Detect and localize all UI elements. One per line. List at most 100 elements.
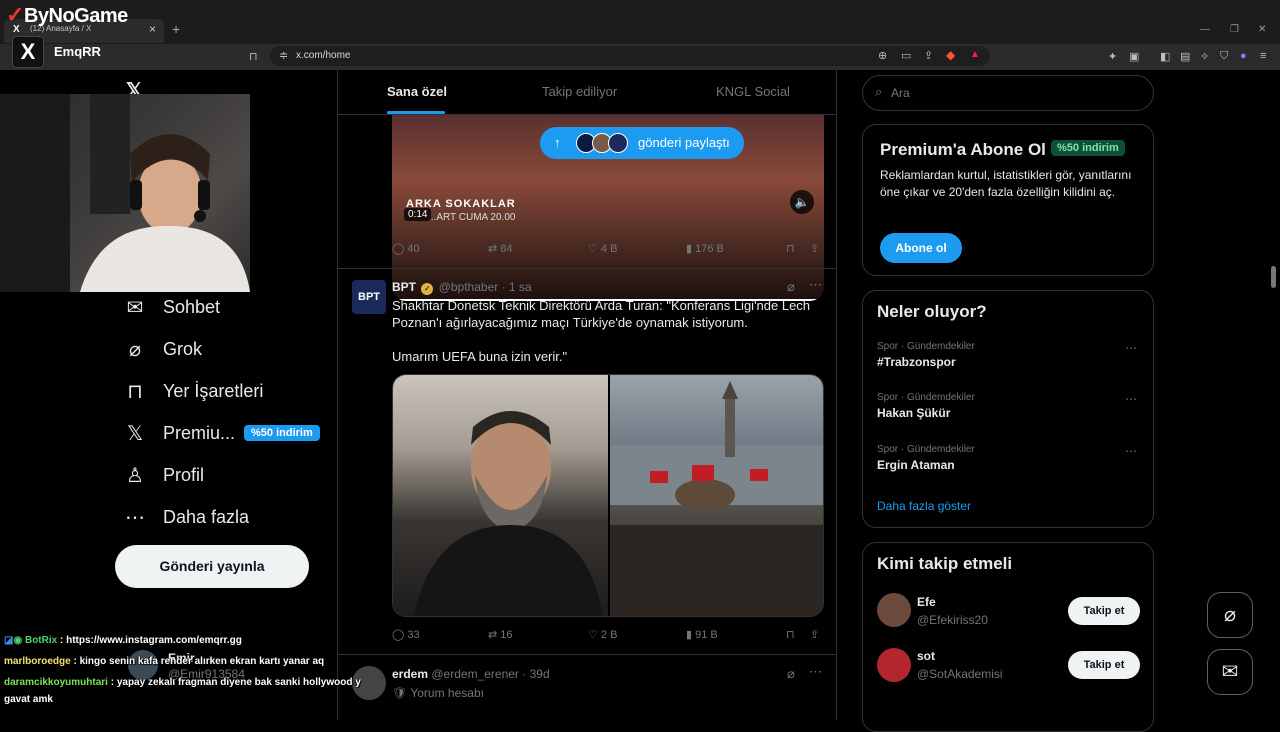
tab-following[interactable]: Takip ediliyor	[542, 84, 617, 99]
post-media[interactable]	[392, 374, 824, 617]
active-tab-indicator	[387, 111, 445, 114]
repost-icon[interactable]: ⇄ 16	[488, 628, 513, 641]
verified-badge-icon: ✓	[421, 283, 434, 295]
view-count: 91 B	[695, 629, 718, 641]
sidebar-toggle-icon[interactable]: ◧	[1160, 50, 1170, 63]
post-header: BPT ✓ @bpthaber · 1 sa	[392, 280, 532, 295]
repost-icon[interactable]: ⇄ 84	[488, 242, 513, 255]
volume-icon[interactable]: 🔈	[790, 190, 814, 214]
video-player[interactable]: ↑ gönderi paylaştı ARKA SOKAKLAR ...ART …	[392, 115, 824, 301]
who-to-follow-title: Kimi takip etmeli	[877, 554, 1013, 573]
avatar[interactable]: BPT	[352, 280, 386, 314]
share-icon[interactable]: ⇪	[810, 242, 819, 255]
window-close-icon[interactable]: ✕	[1258, 24, 1266, 35]
search-input[interactable]: ⌕ Ara	[862, 75, 1154, 111]
nav-premium[interactable]: 𝕏 Premiu...	[124, 416, 235, 450]
timeline: ↑ gönderi paylaştı ARKA SOKAKLAR ...ART …	[337, 70, 837, 720]
arrow-up-icon: ↑	[554, 135, 561, 150]
address-bar[interactable]: ≑ x.com/home ⊕ ▭ ⇪ ◆ ▲	[270, 46, 990, 66]
more-options-icon[interactable]: ⋯	[809, 277, 822, 293]
cast-icon[interactable]: ▭	[901, 49, 911, 62]
bookmark-icon[interactable]: ⊓	[786, 628, 795, 641]
messages-fab-icon[interactable]: ✉	[1207, 649, 1253, 695]
user-handle[interactable]: @Efekiriss20	[917, 613, 988, 627]
show-more-link[interactable]: Daha fazla göster	[877, 499, 971, 513]
author-name[interactable]: erdem	[392, 667, 428, 681]
trend-item[interactable]: Spor · Gündemdekiler Ergin Ataman	[877, 444, 975, 472]
bookmark-icon[interactable]: ⊓	[786, 242, 795, 255]
nav-label: Yer İşaretleri	[163, 380, 264, 401]
author-name[interactable]: BPT	[392, 280, 416, 294]
tab-for-you[interactable]: Sana özel	[387, 84, 447, 99]
follow-button[interactable]: Takip et	[1068, 597, 1140, 625]
share-icon[interactable]: ⇪	[810, 628, 819, 641]
more-options-icon[interactable]: ⋯	[1125, 392, 1137, 406]
trend-category: Spor · Gündemdekiler	[877, 392, 975, 403]
post-time[interactable]: · 39d	[522, 667, 549, 681]
nav-bookmarks[interactable]: ⊓ Yer İşaretleri	[124, 374, 263, 408]
discount-badge: %50 indirim	[1051, 140, 1125, 156]
views-icon[interactable]: ▮ 176 B	[686, 242, 724, 255]
extensions-icon[interactable]: ✦	[1108, 50, 1117, 63]
nav-profile[interactable]: ♙ Profil	[124, 458, 204, 492]
photo-istanbul[interactable]	[610, 375, 823, 616]
more-options-icon[interactable]: ⋯	[809, 664, 822, 680]
avatar[interactable]	[877, 648, 911, 682]
user-name[interactable]: sot	[917, 649, 935, 663]
more-options-icon[interactable]: ⋯	[1125, 444, 1137, 458]
trend-item[interactable]: Spor · Gündemdekiler Hakan Şükür	[877, 392, 975, 420]
subscribe-button[interactable]: Abone ol	[880, 233, 962, 263]
trend-item[interactable]: Spor · Gündemdekiler #Trabzonspor	[877, 341, 975, 369]
grok-icon[interactable]: ⌀	[787, 666, 795, 682]
nav-more[interactable]: ⋯ Daha fazla	[124, 500, 249, 534]
screenshot-icon[interactable]: ▣	[1129, 50, 1139, 63]
photo-arda-turan[interactable]	[393, 375, 608, 616]
post-label: 🛡 Yorum hesabı	[392, 686, 484, 700]
zoom-icon[interactable]: ⊕	[878, 49, 887, 62]
trend-category: Spor · Gündemdekiler	[877, 341, 975, 352]
scrollbar[interactable]	[1271, 266, 1276, 288]
nav-grok[interactable]: ⌀ Grok	[124, 332, 202, 366]
wallet-icon[interactable]: ▤	[1180, 50, 1190, 63]
more-options-icon[interactable]: ⋯	[1125, 341, 1137, 355]
leo-icon[interactable]: ✧	[1200, 50, 1209, 63]
search-icon: ⌕	[875, 84, 883, 99]
grok-icon[interactable]: ⌀	[787, 279, 795, 295]
reply-icon[interactable]: ◯ 40	[392, 242, 420, 255]
menu-icon[interactable]: ≡	[1260, 50, 1266, 62]
reply-icon[interactable]: ◯ 33	[392, 628, 420, 641]
brave-rewards-icon[interactable]: ▲	[970, 49, 980, 60]
who-to-follow-card: Kimi takip etmeli Efe @Efekiriss20 Takip…	[862, 542, 1154, 732]
like-icon[interactable]: ♡ 2 B	[588, 628, 617, 641]
avatar[interactable]	[877, 593, 911, 627]
bookmark-page-icon[interactable]: ⊓	[249, 50, 258, 63]
share-icon[interactable]: ⇪	[924, 49, 933, 62]
views-icon[interactable]: ▮ 91 B	[686, 628, 718, 641]
maximize-icon[interactable]: ❐	[1230, 24, 1239, 35]
post-time[interactable]: · 1 sa	[502, 280, 532, 294]
profile-icon[interactable]: ●	[1240, 50, 1247, 62]
repost-count: 16	[500, 629, 513, 641]
brave-shield-icon[interactable]: ◆	[946, 48, 955, 62]
grok-fab-icon[interactable]: ⌀	[1207, 592, 1253, 638]
nav-chat[interactable]: ✉ Sohbet	[124, 290, 220, 324]
follow-button[interactable]: Takip et	[1068, 651, 1140, 679]
divider	[338, 654, 836, 655]
nav-label: Grok	[163, 338, 203, 359]
site-info-icon[interactable]: ≑	[279, 49, 288, 62]
tab-close-icon[interactable]: ×	[149, 22, 156, 36]
new-posts-pill[interactable]: ↑ gönderi paylaştı	[540, 127, 744, 159]
new-tab-icon[interactable]: +	[172, 21, 180, 37]
bynogame-logo: ✓ByNoGame	[6, 2, 128, 27]
author-handle[interactable]: @bpthaber	[439, 280, 499, 294]
post-button[interactable]: Gönderi yayınla	[115, 545, 309, 588]
minimize-icon[interactable]: —	[1200, 24, 1210, 35]
chat-text: : https://www.instagram.com/emqrr.gg	[59, 635, 242, 646]
trends-title: Neler oluyor?	[877, 302, 987, 321]
vpn-icon[interactable]: ⛉	[1220, 50, 1228, 63]
user-handle[interactable]: @SotAkademisi	[917, 667, 1003, 681]
user-name[interactable]: Efe	[917, 595, 936, 609]
author-handle[interactable]: @erdem_erener	[431, 667, 519, 681]
tab-kngl-social[interactable]: KNGL Social	[716, 84, 790, 99]
like-icon[interactable]: ♡ 4 B	[588, 242, 617, 255]
